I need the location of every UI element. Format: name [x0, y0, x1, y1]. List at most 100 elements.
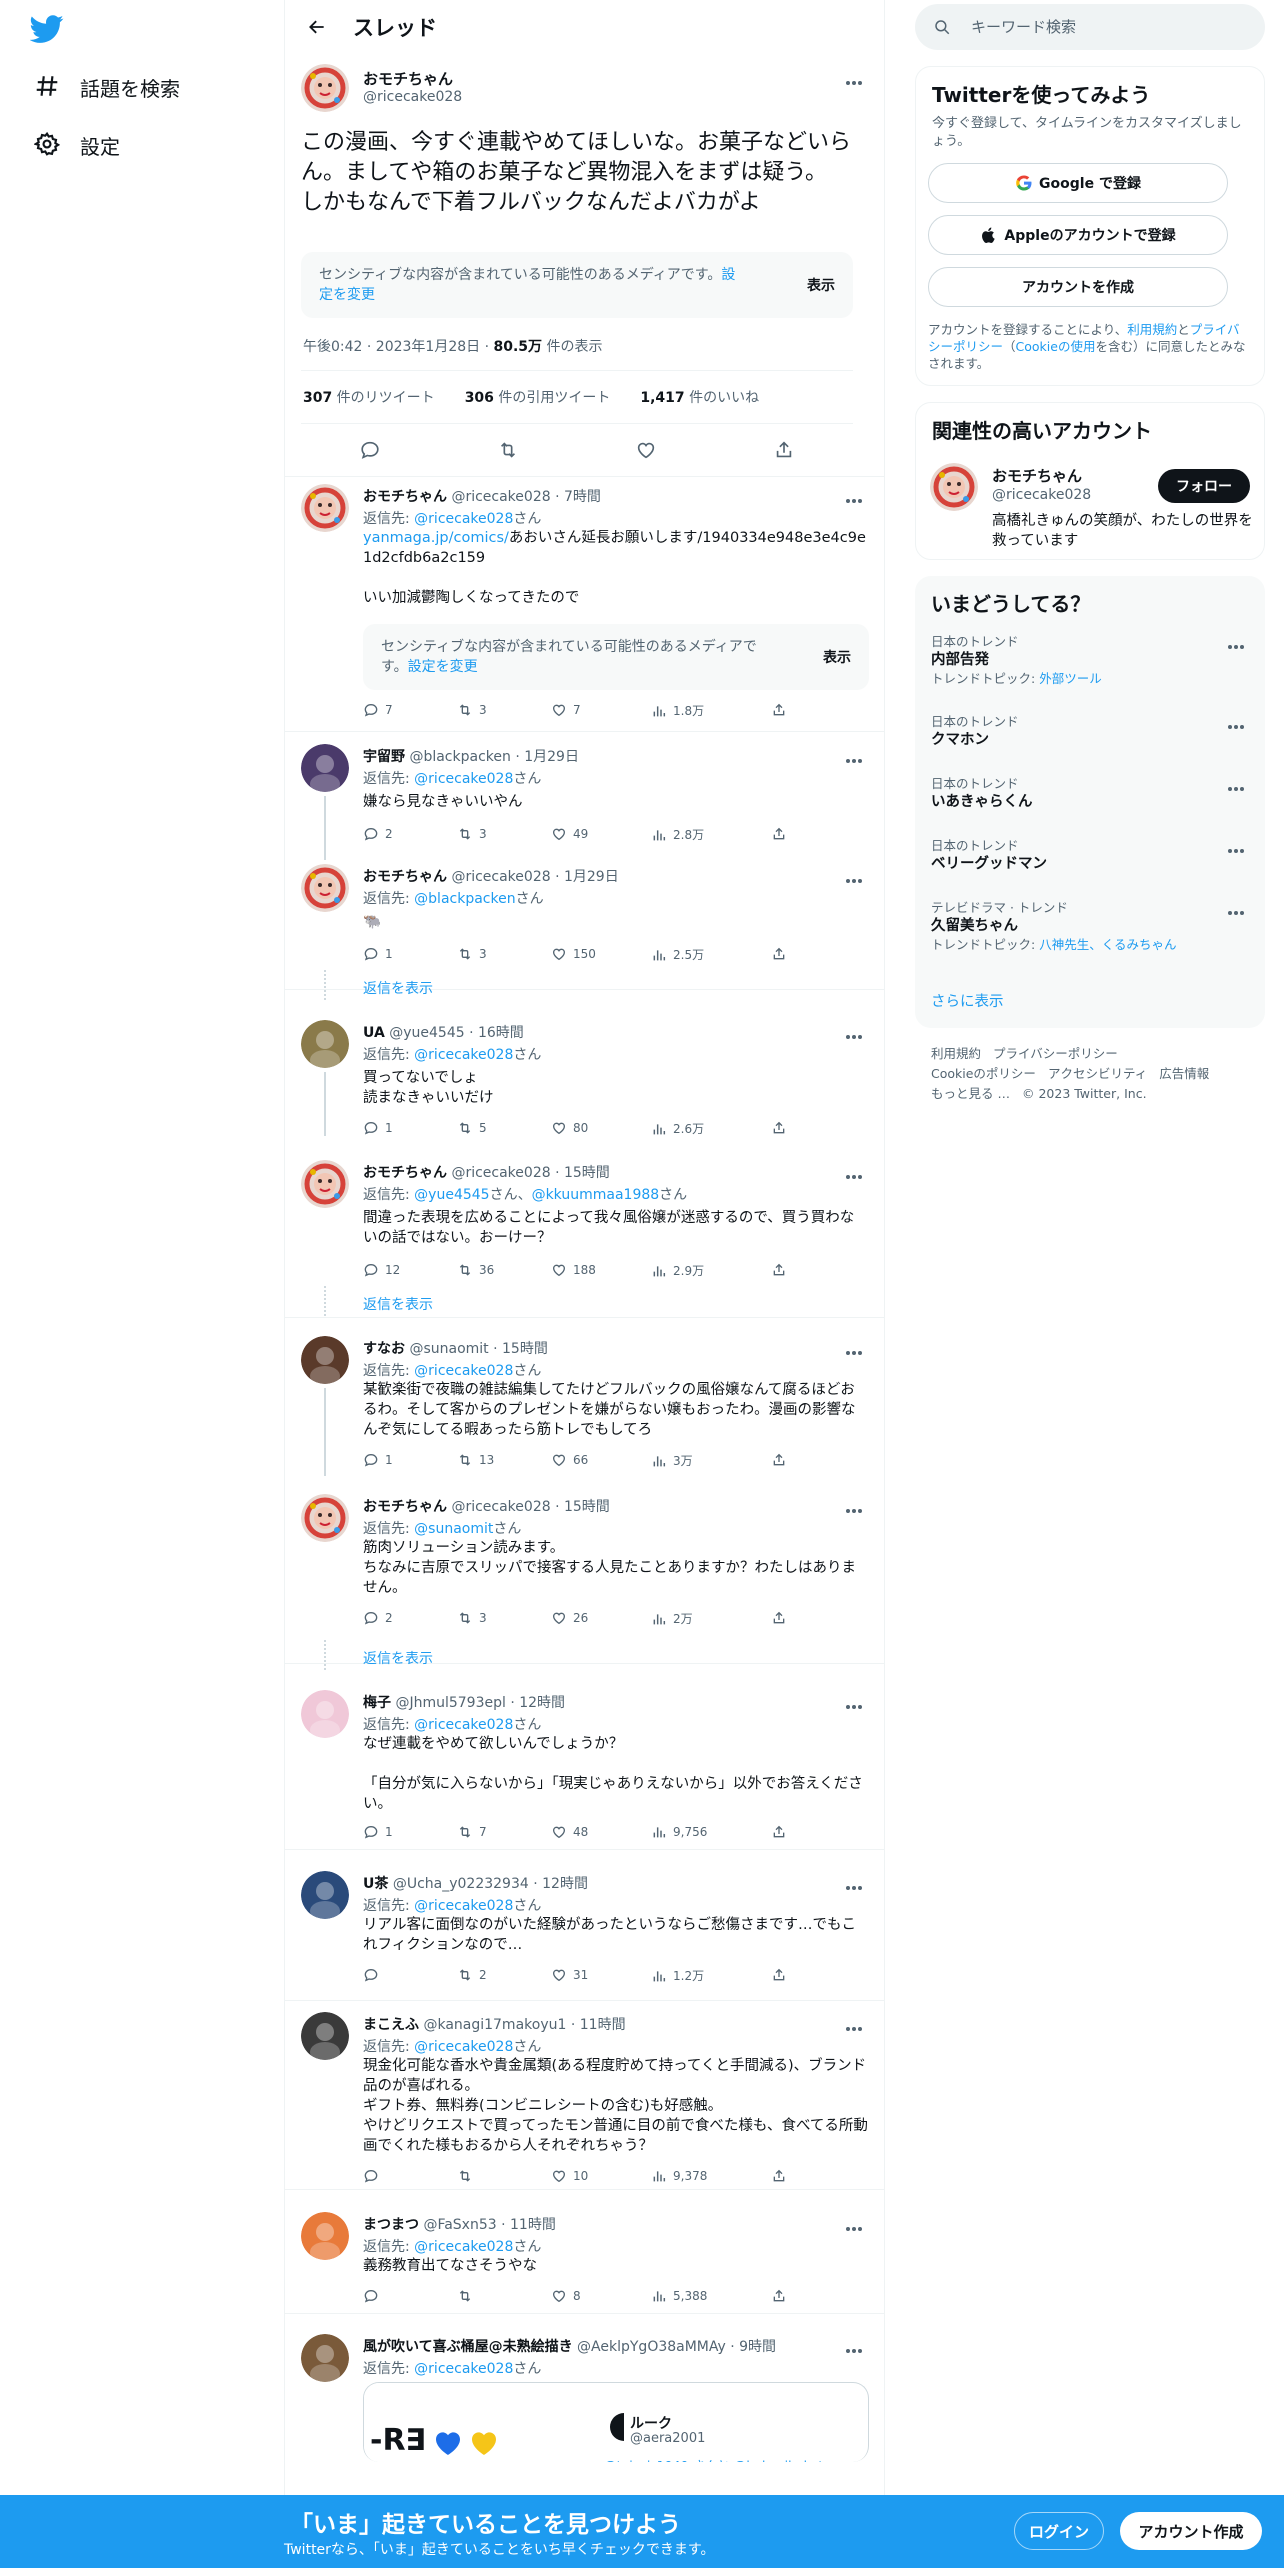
- reply-to-handle[interactable]: @sunaomit: [414, 1521, 493, 1537]
- trend-item[interactable]: テレビドラマ · トレンド 久留美ちゃん トレンドトピック: 八神先生、くるみちゃん: [931, 900, 1251, 954]
- avatar[interactable]: [301, 1871, 349, 1919]
- footer-privacy[interactable]: プライバシーポリシー: [993, 1046, 1118, 1061]
- retweet-button[interactable]: 13: [457, 1452, 494, 1468]
- trend-topic-link[interactable]: 外部ツール: [1039, 671, 1102, 686]
- avatar[interactable]: [301, 1020, 349, 1068]
- embedded-media[interactable]: -R∃1rルーク@aera2001: @taisei_1940 さんと @bak…: [363, 2382, 869, 2462]
- retweet-button[interactable]: 3: [457, 826, 487, 842]
- more-icon[interactable]: [1227, 714, 1251, 732]
- share-button[interactable]: [771, 702, 793, 718]
- search-input[interactable]: [971, 18, 1231, 36]
- tweet-time[interactable]: · 9時間: [730, 2339, 776, 2355]
- share-button[interactable]: [771, 1452, 793, 1468]
- trend-item[interactable]: 日本のトレンド ベリーグッドマン: [931, 838, 1251, 874]
- avatar[interactable]: [301, 864, 349, 912]
- tweet-time[interactable]: · 15時間: [555, 1499, 610, 1515]
- like-button[interactable]: 31: [551, 1967, 588, 1983]
- reply-button[interactable]: [363, 2288, 385, 2304]
- show-replies-link[interactable]: 返信を表示: [363, 978, 433, 998]
- author-handle[interactable]: @ricecake028: [363, 89, 462, 105]
- more-icon[interactable]: [1227, 776, 1251, 794]
- retweet-button[interactable]: [457, 2288, 479, 2304]
- reply-tweet[interactable]: U茶 @Ucha_y02232934 · 12時間 返信先: @ricecake0…: [285, 1871, 885, 2001]
- related-name[interactable]: おモチちゃん: [992, 465, 1082, 486]
- share-button[interactable]: [771, 826, 793, 842]
- like-button[interactable]: 66: [551, 1452, 588, 1468]
- reply-button[interactable]: [363, 1967, 385, 1983]
- tweet-time[interactable]: · 12時間: [510, 1695, 565, 1711]
- like-button[interactable]: 49: [551, 826, 588, 842]
- tweet-time[interactable]: · 1月29日: [515, 749, 579, 765]
- reply-to-handle[interactable]: @ricecake028: [414, 2239, 513, 2255]
- reply-to-handle[interactable]: @ricecake028: [414, 511, 513, 527]
- views-button[interactable]: 5,388: [651, 2288, 707, 2304]
- apple-signup-button[interactable]: Appleのアカウントで登録: [928, 215, 1228, 255]
- show-replies-link[interactable]: 返信を表示: [363, 1294, 433, 1314]
- reply-tweet[interactable]: まつまつ @FaSxn53 · 11時間 返信先: @ricecake028さん義…: [285, 2212, 885, 2314]
- signup-button[interactable]: アカウント作成: [1120, 2512, 1262, 2550]
- views-button[interactable]: 9,378: [651, 2168, 707, 2184]
- trend-item[interactable]: 日本のトレンド いあきゃらくん: [931, 776, 1251, 812]
- search-bar[interactable]: [915, 4, 1265, 50]
- nav-settings[interactable]: 設定: [34, 120, 120, 170]
- show-more-link[interactable]: さらに表示: [931, 990, 1004, 1011]
- more-icon[interactable]: [845, 1024, 869, 1042]
- author-name[interactable]: 宇留野: [363, 749, 405, 765]
- author-name[interactable]: UA: [363, 1025, 385, 1041]
- cookie-link[interactable]: Cookieの使用: [1016, 339, 1096, 354]
- reply-button[interactable]: 12: [363, 1262, 400, 1278]
- share-button[interactable]: [771, 1967, 793, 1983]
- like-button[interactable]: 10: [551, 2168, 588, 2184]
- author-handle[interactable]: @AeklpYgO38aMMAy: [577, 2339, 726, 2355]
- views-button[interactable]: 2.6万: [651, 1120, 704, 1137]
- create-account-button[interactable]: アカウントを作成: [928, 267, 1228, 307]
- reply-tweet[interactable]: おモチちゃん @ricecake028 · 15時間 返信先: @yue4545さ…: [285, 1160, 885, 1318]
- more-icon[interactable]: [845, 2338, 869, 2356]
- like-button[interactable]: 80: [551, 1120, 588, 1136]
- twitter-logo-icon[interactable]: [30, 12, 70, 52]
- like-button[interactable]: 188: [551, 1262, 596, 1278]
- reply-to-handle[interactable]: @ricecake028: [414, 1898, 513, 1914]
- more-icon[interactable]: [845, 1340, 869, 1358]
- views-button[interactable]: 2.9万: [651, 1262, 704, 1279]
- trend-item[interactable]: 日本のトレンド クマホン: [931, 714, 1251, 750]
- footer-cookie[interactable]: Cookieのポリシー: [931, 1066, 1036, 1081]
- views-button[interactable]: 9,756: [651, 1824, 707, 1840]
- reply-to-handle[interactable]: @ricecake028: [414, 2039, 513, 2055]
- reply-button[interactable]: 1: [363, 1120, 393, 1136]
- reply-tweet[interactable]: UA @yue4545 · 16時間 返信先: @ricecake028さん 買って…: [285, 1020, 885, 1136]
- google-signup-button[interactable]: Google で登録: [928, 163, 1228, 203]
- more-icon[interactable]: [845, 1498, 869, 1516]
- tweet-time[interactable]: · 12時間: [533, 1876, 588, 1892]
- more-icon[interactable]: [1227, 838, 1251, 856]
- footer-more[interactable]: もっと見る …: [931, 1086, 1010, 1101]
- more-icon[interactable]: [845, 2216, 869, 2234]
- nav-explore[interactable]: 話題を検索: [34, 62, 180, 112]
- retweet-button[interactable]: [457, 2168, 479, 2184]
- views-button[interactable]: 3万: [651, 1452, 693, 1469]
- author-name[interactable]: おモチちゃん: [363, 1165, 447, 1181]
- more-icon[interactable]: [1227, 634, 1251, 652]
- like-button[interactable]: 7: [551, 702, 581, 718]
- tweet-time[interactable]: · 15時間: [493, 1341, 548, 1357]
- reply-tweet[interactable]: おモチちゃん @ricecake028 · 1月29日 返信先: @blackpa…: [285, 864, 885, 1000]
- more-icon[interactable]: [1227, 900, 1251, 918]
- author-name[interactable]: すなお: [363, 1341, 405, 1357]
- share-icon[interactable]: [773, 439, 795, 461]
- avatar[interactable]: [301, 1336, 349, 1384]
- more-icon[interactable]: [845, 868, 869, 886]
- footer-accessibility[interactable]: アクセシビリティ: [1048, 1066, 1147, 1081]
- author-handle[interactable]: @blackpacken: [409, 749, 510, 765]
- retweet-button[interactable]: 3: [457, 1610, 487, 1626]
- reply-button[interactable]: 1: [363, 946, 393, 962]
- more-icon[interactable]: [845, 1875, 869, 1893]
- author-handle[interactable]: @sunaomit: [409, 1341, 488, 1357]
- share-button[interactable]: [771, 946, 793, 962]
- views-button[interactable]: 2.5万: [651, 946, 704, 963]
- share-button[interactable]: [771, 1120, 793, 1136]
- reply-tweet[interactable]: 梅子 @Jhmul5793epl · 12時間 返信先: @ricecake028…: [285, 1690, 885, 1850]
- author-handle[interactable]: @yue4545: [389, 1025, 464, 1041]
- reply-button[interactable]: 7: [363, 702, 393, 718]
- reply-tweet[interactable]: 宇留野 @blackpacken · 1月29日 返信先: @ricecake02…: [285, 744, 885, 860]
- reply-button[interactable]: 2: [363, 1610, 393, 1626]
